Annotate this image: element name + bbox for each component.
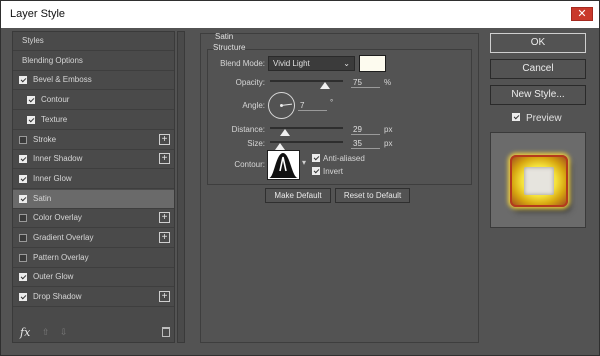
add-effect-icon[interactable]: + — [159, 212, 170, 224]
style-item-label: Texture — [41, 114, 68, 124]
opacity-value[interactable]: 75 — [351, 78, 380, 88]
style-checkbox[interactable] — [19, 234, 27, 242]
move-up-icon[interactable]: ⇧ — [42, 327, 50, 338]
style-item-bevel-emboss[interactable]: Bevel & Emboss — [13, 71, 174, 91]
style-item-label: Pattern Overlay — [33, 252, 89, 262]
style-item-label: Contour — [41, 95, 70, 105]
contour-dropdown-icon[interactable]: ▾ — [302, 158, 306, 167]
angle-dial[interactable] — [268, 92, 295, 119]
size-value[interactable]: 35 — [351, 139, 380, 149]
size-slider-thumb[interactable] — [275, 143, 286, 150]
opacity-label: Opacity: — [235, 78, 265, 87]
chevron-down-icon: ⌄ — [343, 59, 350, 68]
add-effect-icon[interactable]: + — [159, 133, 170, 145]
opacity-slider[interactable] — [270, 80, 343, 82]
structure-title: Structure — [213, 43, 246, 52]
style-item-pattern-overlay[interactable]: Pattern Overlay — [13, 249, 174, 268]
move-down-icon[interactable]: ⇩ — [60, 327, 68, 338]
angle-dial-center — [280, 104, 283, 107]
preview-label: Preview — [526, 113, 562, 124]
style-item-label: Blending Options — [22, 55, 83, 65]
fx-icon[interactable]: fx — [20, 326, 30, 339]
style-item-blending-options[interactable]: Blending Options — [13, 52, 174, 71]
styles-list-scrollbar[interactable] — [177, 31, 185, 343]
style-item-label: Stroke — [33, 134, 57, 144]
angle-unit: ° — [330, 98, 334, 107]
blend-mode-value: Vivid Light — [273, 59, 310, 68]
blend-mode-label: Blend Mode: — [220, 59, 265, 68]
reset-to-default-button[interactable]: Reset to Default — [335, 188, 410, 203]
style-checkbox[interactable] — [19, 273, 27, 282]
title-bar: Layer Style ✕ — [1, 1, 599, 28]
preview-thumbnail-inner — [524, 167, 554, 195]
style-item-contour[interactable]: Contour — [13, 91, 174, 111]
style-item-label: Gradient Overlay — [33, 233, 94, 242]
style-checkbox[interactable] — [19, 293, 27, 302]
angle-value[interactable]: 7 — [298, 101, 327, 111]
new-style-button[interactable]: New Style... — [490, 85, 586, 105]
style-item-drop-shadow[interactable]: Drop Shadow + — [13, 288, 174, 308]
add-effect-icon[interactable]: + — [159, 153, 170, 165]
style-item-styles[interactable]: Styles — [13, 32, 174, 51]
style-item-outer-glow[interactable]: Outer Glow — [13, 268, 174, 288]
distance-unit: px — [384, 125, 393, 134]
invert-checkbox[interactable] — [312, 167, 320, 175]
style-item-gradient-overlay[interactable]: Gradient Overlay + — [13, 229, 174, 248]
style-checkbox[interactable] — [19, 155, 27, 164]
style-checkbox[interactable] — [19, 174, 27, 183]
angle-label: Angle: — [242, 101, 265, 110]
window-title: Layer Style — [10, 8, 66, 20]
style-item-label: Inner Shadow — [33, 154, 83, 164]
style-item-label: Color Overlay — [33, 213, 82, 223]
size-label: Size: — [247, 139, 265, 148]
make-default-button[interactable]: Make Default — [265, 188, 331, 203]
blend-mode-select[interactable]: Vivid Light ⌄ — [268, 56, 355, 71]
anti-aliased-label: Anti-aliased — [323, 154, 365, 163]
style-item-label: Drop Shadow — [33, 292, 82, 302]
style-item-satin[interactable]: Satin — [13, 189, 174, 209]
opacity-unit: % — [384, 78, 392, 87]
style-item-label: Satin — [33, 193, 52, 203]
preview-thumbnail — [510, 155, 568, 207]
styles-list: Styles Blending Options Bevel & Emboss Cont… — [12, 31, 175, 343]
style-item-inner-shadow[interactable]: Inner Shadow + — [13, 150, 174, 170]
style-checkbox[interactable] — [19, 194, 27, 203]
style-checkbox[interactable] — [19, 253, 27, 262]
satin-section-title: Satin — [215, 32, 234, 41]
distance-label: Distance: — [231, 125, 265, 134]
distance-value[interactable]: 29 — [351, 125, 380, 135]
style-item-texture[interactable]: Texture — [13, 111, 174, 130]
style-checkbox[interactable] — [19, 135, 27, 144]
styles-bottom-bar: fx ⇧ ⇩ — [12, 323, 175, 343]
size-unit: px — [384, 139, 393, 148]
close-button[interactable]: ✕ — [571, 7, 593, 21]
style-item-color-overlay[interactable]: Color Overlay + — [13, 209, 174, 229]
invert-label: Invert — [323, 167, 344, 176]
style-item-label: Bevel & Emboss — [33, 75, 92, 85]
blend-color-swatch[interactable] — [359, 55, 386, 72]
add-effect-icon[interactable]: + — [159, 291, 170, 303]
contour-curve-icon — [269, 153, 298, 178]
style-item-inner-glow[interactable]: Inner Glow — [13, 170, 174, 189]
style-item-label: Styles — [22, 36, 44, 45]
opacity-slider-thumb[interactable] — [319, 82, 330, 89]
style-checkbox[interactable] — [27, 96, 35, 105]
style-item-label: Outer Glow — [33, 272, 74, 282]
style-preview — [490, 132, 586, 228]
contour-picker[interactable] — [267, 150, 300, 180]
preview-checkbox[interactable] — [512, 113, 520, 121]
style-item-label: Inner Glow — [33, 173, 72, 183]
ok-button[interactable]: OK — [490, 33, 586, 53]
contour-label: Contour: — [234, 160, 265, 169]
distance-slider-thumb[interactable] — [279, 129, 290, 136]
trash-icon[interactable] — [162, 327, 170, 337]
style-item-stroke[interactable]: Stroke + — [13, 131, 174, 150]
style-checkbox[interactable] — [27, 115, 35, 124]
style-checkbox[interactable] — [19, 214, 27, 223]
layer-style-dialog: Layer Style ✕ Styles Blending Options Beve… — [0, 0, 600, 356]
anti-aliased-checkbox[interactable] — [312, 154, 320, 162]
style-checkbox[interactable] — [19, 76, 27, 85]
add-effect-icon[interactable]: + — [159, 232, 170, 243]
cancel-button[interactable]: Cancel — [490, 59, 586, 79]
